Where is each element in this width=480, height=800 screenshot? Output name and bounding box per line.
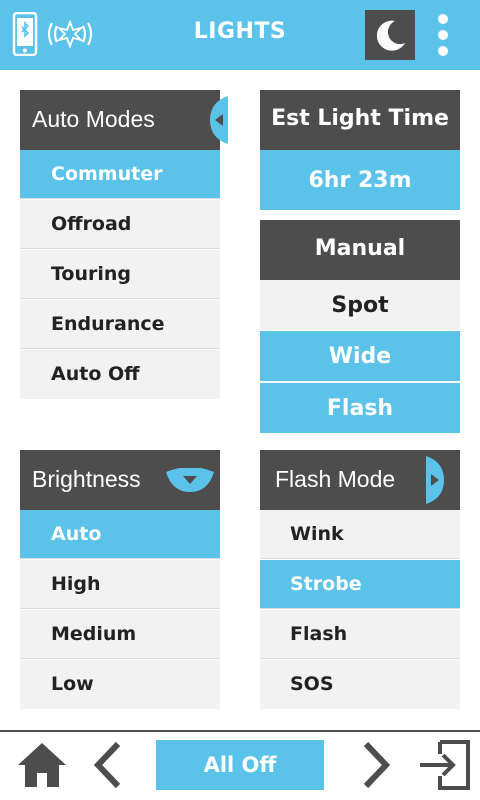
flash-mode-flash[interactable]: Flash <box>260 610 460 659</box>
more-vertical-icon <box>438 14 448 56</box>
more-menu-button[interactable] <box>432 10 454 60</box>
flash-mode-wink[interactable]: Wink <box>260 510 460 559</box>
brightness-high[interactable]: High <box>20 560 220 609</box>
auto-modes-header[interactable]: Auto Modes <box>20 90 228 150</box>
manual-spot[interactable]: Spot <box>260 280 460 330</box>
exit-icon[interactable] <box>416 738 472 792</box>
forward-icon[interactable] <box>360 740 392 790</box>
auto-mode-touring[interactable]: Touring <box>20 250 220 299</box>
collapse-left-icon[interactable] <box>206 96 230 144</box>
est-light-time-title: Est Light Time <box>271 106 449 131</box>
moon-icon <box>376 20 405 51</box>
all-off-button[interactable]: All Off <box>156 740 324 790</box>
back-icon[interactable] <box>92 740 124 790</box>
est-light-time-header: Est Light Time <box>260 90 460 150</box>
bottom-divider <box>0 730 480 732</box>
expand-right-icon[interactable] <box>424 456 448 504</box>
est-light-time-value: 6hr 23m <box>260 150 460 210</box>
flash-mode-sos[interactable]: SOS <box>260 660 460 709</box>
brightness-header[interactable]: Brightness <box>20 450 220 510</box>
brightness-title: Brightness <box>32 466 141 492</box>
brightness-medium[interactable]: Medium <box>20 610 220 659</box>
auto-mode-auto-off[interactable]: Auto Off <box>20 350 220 399</box>
auto-mode-endurance[interactable]: Endurance <box>20 300 220 349</box>
flash-mode-strobe[interactable]: Strobe <box>260 560 460 609</box>
manual-header: Manual <box>260 220 460 280</box>
brightness-auto[interactable]: Auto <box>20 510 220 559</box>
expand-down-icon[interactable] <box>166 468 214 492</box>
manual-flash[interactable]: Flash <box>260 383 460 433</box>
auto-mode-offroad[interactable]: Offroad <box>20 200 220 249</box>
auto-mode-commuter[interactable]: Commuter <box>20 150 220 199</box>
brightness-low[interactable]: Low <box>20 660 220 709</box>
flash-mode-header[interactable]: Flash Mode <box>260 450 460 510</box>
night-mode-button[interactable] <box>365 10 415 60</box>
flash-mode-title: Flash Mode <box>275 466 396 492</box>
header-bar: LIGHTS <box>0 0 480 70</box>
auto-modes-title: Auto Modes <box>32 106 155 132</box>
manual-title: Manual <box>314 236 406 261</box>
manual-wide[interactable]: Wide <box>260 331 460 381</box>
home-icon[interactable] <box>16 740 68 790</box>
